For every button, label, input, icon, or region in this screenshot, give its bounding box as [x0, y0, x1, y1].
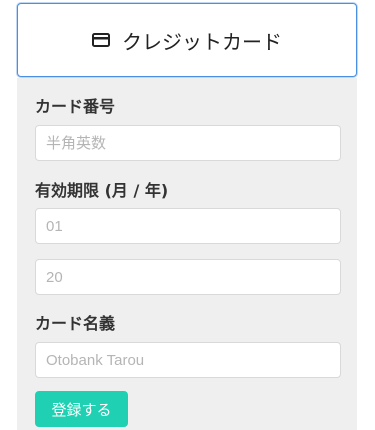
payment-page: クレジットカード カード番号 有効期限 (月 / 年) カード名義 登録する [0, 0, 375, 430]
credit-card-tab-label: クレジットカード [122, 29, 282, 54]
card-holder-input[interactable] [35, 342, 341, 378]
expiry-year-input[interactable] [35, 259, 341, 295]
register-button[interactable]: 登録する [35, 391, 128, 427]
card-number-label: カード番号 [35, 97, 116, 116]
expiry-month-input[interactable] [35, 208, 341, 244]
credit-card-icon [92, 33, 110, 47]
card-holder-label: カード名義 [35, 314, 116, 333]
card-form: カード番号 有効期限 (月 / 年) カード名義 登録する [17, 78, 357, 430]
expiry-label: 有効期限 (月 / 年) [35, 181, 169, 200]
card-number-input[interactable] [35, 125, 341, 161]
credit-card-tab[interactable]: クレジットカード [17, 3, 357, 77]
